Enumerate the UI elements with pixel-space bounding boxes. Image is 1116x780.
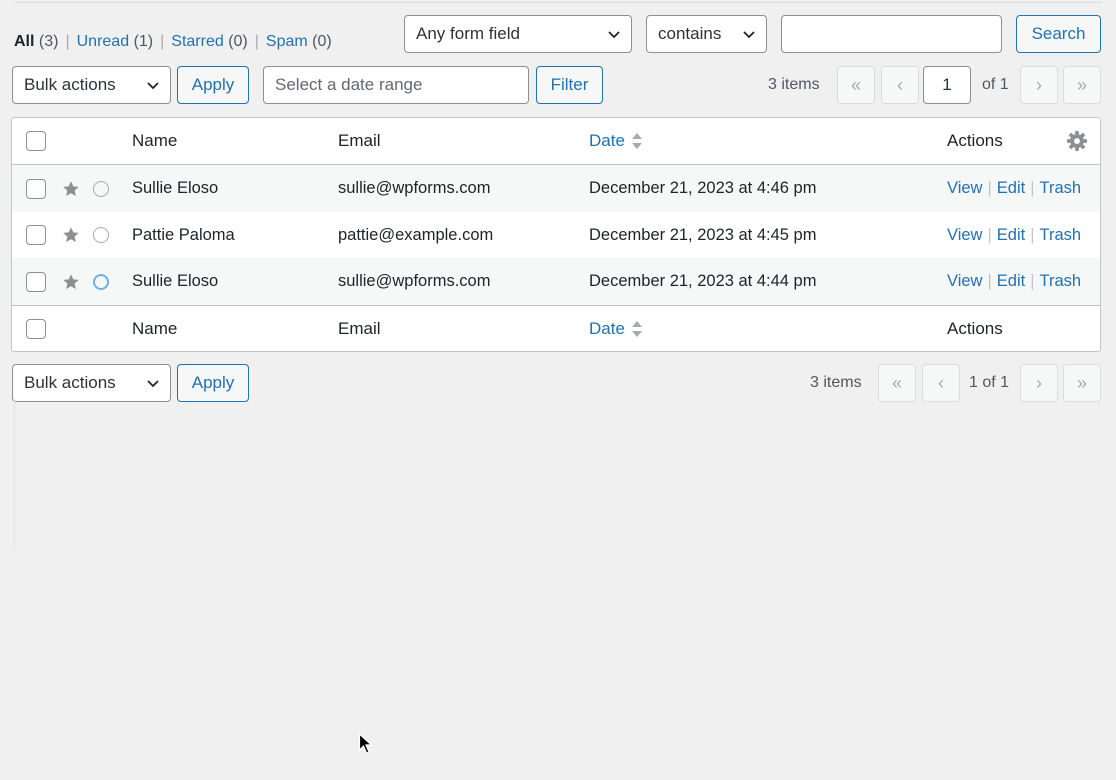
filter-unread[interactable]: Unread (1) — [77, 33, 154, 50]
column-footer-email: Email — [338, 319, 381, 338]
sort-icon — [631, 133, 642, 149]
search-operator-select[interactable]: contains — [646, 15, 767, 53]
select-all-checkbox-footer[interactable] — [26, 319, 46, 339]
row-checkbox[interactable] — [26, 271, 46, 292]
column-header-date[interactable]: Date — [589, 131, 643, 151]
entry-name: Pattie Paloma — [132, 225, 235, 244]
edit-link[interactable]: Edit — [997, 226, 1025, 244]
edit-link[interactable]: Edit — [997, 272, 1025, 290]
chevron-down-icon — [147, 82, 159, 90]
last-page-button-top[interactable]: » — [1063, 66, 1101, 104]
column-header-name: Name — [132, 131, 178, 150]
read-status-icon[interactable] — [93, 180, 109, 197]
filter-button[interactable]: Filter — [536, 66, 603, 104]
entry-date: December 21, 2023 at 4:46 pm — [589, 179, 817, 197]
date-range-input[interactable]: Select a date range — [263, 66, 529, 104]
chevron-down-icon — [147, 380, 159, 388]
column-header-email: Email — [338, 131, 381, 150]
read-status-icon[interactable] — [93, 227, 109, 243]
trash-link[interactable]: Trash — [1040, 179, 1082, 197]
select-all-checkbox[interactable] — [26, 131, 46, 151]
next-page-button-top[interactable]: › — [1020, 66, 1058, 104]
row-checkbox[interactable] — [26, 178, 46, 199]
column-footer-actions: Actions — [947, 319, 1003, 338]
gear-icon[interactable] — [1066, 130, 1088, 152]
table-row: Pattie Paloma pattie@example.com Decembe… — [12, 212, 1100, 258]
items-count-top: 3 items — [768, 76, 820, 93]
star-icon[interactable] — [62, 273, 80, 291]
page-total-top: of 1 — [982, 76, 1009, 93]
star-icon[interactable] — [62, 180, 80, 198]
prev-page-button-top[interactable]: ‹ — [881, 66, 919, 104]
next-page-button-bottom[interactable]: › — [1020, 364, 1058, 402]
entry-email: pattie@example.com — [338, 225, 494, 244]
prev-page-button-bottom[interactable]: ‹ — [922, 364, 960, 402]
entry-date: December 21, 2023 at 4:45 pm — [589, 225, 817, 244]
current-page-input[interactable]: 1 — [923, 66, 971, 104]
page-status-bottom: 1 of 1 — [969, 374, 1010, 391]
entry-actions: View | Edit | Trash — [947, 179, 1082, 197]
view-link[interactable]: View — [947, 179, 982, 197]
trash-link[interactable]: Trash — [1040, 272, 1082, 290]
top-divider — [14, 2, 1102, 3]
chevron-down-icon — [743, 31, 755, 39]
entry-email: sullie@wpforms.com — [338, 272, 491, 290]
table-row: Sullie Eloso sullie@wpforms.com December… — [12, 258, 1100, 305]
column-footer-name: Name — [132, 319, 178, 338]
status-filter-links: All (3) | Unread (1) | Starred (0) | Spam (0) — [14, 33, 332, 50]
search-input[interactable] — [781, 15, 1002, 53]
entry-actions: View | Edit | Trash — [947, 225, 1082, 244]
entries-table: Name Email Date Actions Sullie Eloso sul… — [11, 117, 1101, 352]
items-count-bottom: 3 items — [810, 374, 862, 391]
view-link[interactable]: View — [947, 272, 982, 290]
edit-link[interactable]: Edit — [997, 179, 1025, 197]
last-page-button-bottom[interactable]: » — [1063, 364, 1101, 402]
entry-name: Sullie Eloso — [132, 179, 219, 197]
filter-spam[interactable]: Spam (0) — [266, 33, 332, 50]
first-page-button-bottom[interactable]: « — [878, 364, 916, 402]
table-row: Sullie Eloso sullie@wpforms.com December… — [12, 165, 1100, 212]
entry-actions: View | Edit | Trash — [947, 272, 1082, 290]
sort-icon — [631, 321, 642, 337]
star-icon[interactable] — [62, 226, 80, 244]
view-link[interactable]: View — [947, 226, 982, 244]
unread-status-icon[interactable] — [93, 273, 109, 290]
column-footer-date[interactable]: Date — [589, 319, 643, 339]
column-header-actions: Actions — [947, 131, 1003, 150]
search-field-select[interactable]: Any form field — [404, 15, 632, 53]
entry-date: December 21, 2023 at 4:44 pm — [589, 272, 817, 290]
first-page-button-top[interactable]: « — [837, 66, 875, 104]
page-edge-line — [14, 400, 15, 550]
filter-all[interactable]: All (3) — [14, 33, 58, 50]
table-header-row: Name Email Date Actions — [12, 118, 1100, 165]
bulk-actions-select-bottom[interactable]: Bulk actions — [12, 364, 171, 402]
entry-name: Sullie Eloso — [132, 272, 219, 290]
cursor-icon — [358, 733, 374, 754]
chevron-down-icon — [608, 31, 620, 39]
filter-starred[interactable]: Starred (0) — [171, 33, 247, 50]
trash-link[interactable]: Trash — [1040, 226, 1082, 244]
row-checkbox[interactable] — [26, 225, 46, 245]
apply-button-bottom[interactable]: Apply — [177, 364, 249, 402]
apply-button-top[interactable]: Apply — [177, 66, 249, 104]
search-button[interactable]: Search — [1016, 15, 1101, 53]
entry-email: sullie@wpforms.com — [338, 179, 491, 197]
bulk-actions-select-top[interactable]: Bulk actions — [12, 66, 171, 104]
table-footer-row: Name Email Date Actions — [12, 305, 1100, 352]
